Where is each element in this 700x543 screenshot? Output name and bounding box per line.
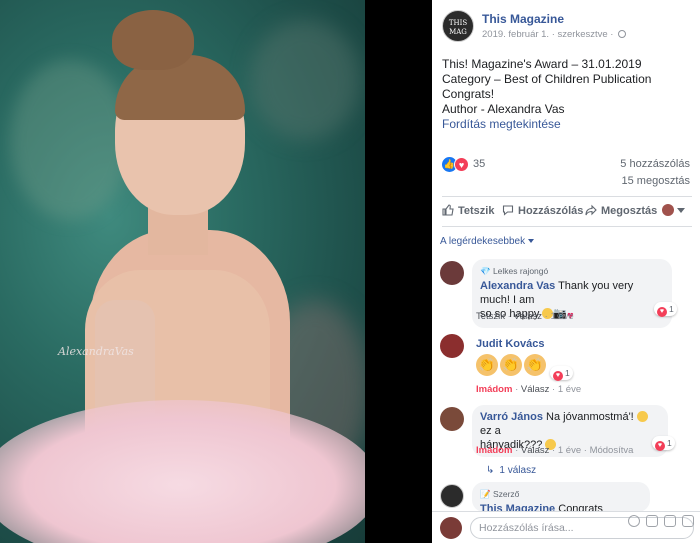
chevron-down-icon [677, 208, 685, 213]
comment-reply-link[interactable]: Válasz [521, 384, 550, 395]
comment-reply-link[interactable]: Válasz [514, 311, 543, 322]
photo-viewer: AlexandraVas [0, 0, 432, 543]
love-reaction-icon: ♥ [655, 441, 665, 451]
page-name-link[interactable]: This Magazine [482, 12, 564, 26]
comment-actions: Tetszik · Válasz · 1 éve [476, 311, 574, 322]
share-button[interactable]: Megosztás [585, 204, 657, 217]
view-replies-link[interactable]: ↳ 1 válasz [486, 465, 536, 476]
figure-tutu [0, 400, 365, 543]
comment-reaction-count: 1 [667, 438, 672, 448]
background-blotch [10, 60, 130, 220]
user-avatar [662, 204, 674, 216]
comment-composer: Hozzászólás írása... [432, 511, 700, 543]
comment-bubble: 📝 Szerző This Magazine Congrats Alexandr… [472, 482, 650, 529]
thumbs-up-icon [442, 204, 454, 216]
comment-time[interactable]: 1 éve [558, 384, 581, 395]
sticker-icon[interactable] [682, 515, 694, 527]
love-reaction-icon: ♥ [454, 157, 469, 172]
comment-text: Na jóvanmostmá'! [546, 411, 634, 423]
comment-sort-dropdown[interactable]: A legérdekesebbek [440, 236, 535, 247]
comment-time[interactable]: 1 éve [558, 445, 581, 456]
like-label: Tetszik [458, 205, 495, 217]
comment-reaction-pill[interactable]: ♥ 1 [652, 436, 675, 451]
commenter-avatar[interactable] [440, 261, 464, 285]
post-as-selector[interactable] [662, 204, 685, 217]
comment-bubble: Judit Kovács [472, 332, 564, 354]
comment-reply-link[interactable]: Válasz [521, 445, 550, 456]
like-button[interactable]: Tetszik [442, 204, 494, 217]
post-meta: 2019. február 1. · szerkesztve · [482, 29, 627, 40]
comments-count-link[interactable]: 5 hozzászólás [620, 158, 690, 170]
comment-text: ez a [480, 425, 501, 437]
love-reaction-icon: ♥ [657, 307, 667, 317]
post-header: THIS MAG This Magazine 2019. február 1. ·… [442, 10, 692, 44]
gif-icon[interactable] [664, 515, 676, 527]
clapping-hands-emoji: 👏 [476, 354, 498, 376]
comment-actions: Imádom · Válasz · 1 éve [476, 384, 582, 395]
comment-reaction-pill[interactable]: ♥ 1 [654, 302, 677, 317]
post-photo[interactable]: AlexandraVas [0, 0, 365, 543]
camera-icon[interactable] [646, 515, 658, 527]
commenter-name[interactable]: Judit Kovács [476, 338, 544, 350]
badge-label: Szerző [492, 489, 520, 499]
comment-reacted-link[interactable]: Imádom [476, 445, 512, 456]
post-line: This! Magazine's Award – 31.01.2019 [442, 57, 642, 71]
sort-label: A legérdekesebbek [440, 236, 526, 247]
divider [442, 226, 692, 227]
commenter-name[interactable]: Varró János [480, 411, 543, 423]
comment-reaction-count: 1 [565, 368, 570, 378]
comment-time[interactable]: 1 éve [550, 311, 573, 322]
post-line: Category – Best of Children Publication [442, 72, 652, 86]
commenter-avatar[interactable] [440, 484, 464, 508]
share-icon [585, 204, 597, 216]
comment-reacted-link[interactable]: Imádom [476, 384, 512, 395]
heart-eyes-emoji [636, 411, 648, 422]
emoji-icon[interactable] [628, 515, 640, 527]
comment-item: 📝 Szerző This Magazine Congrats Alexandr… [440, 482, 692, 529]
comment-icon [502, 205, 514, 216]
post-date[interactable]: 2019. február 1. · szerkesztve · [482, 29, 613, 40]
commenter-avatar[interactable] [440, 407, 464, 431]
post-side-panel: THIS MAG This Magazine 2019. február 1. ·… [432, 0, 700, 543]
reaction-count: 35 [473, 158, 486, 170]
globe-icon [618, 30, 627, 38]
comment-reaction-count: 1 [669, 304, 674, 314]
shares-count-link[interactable]: 15 megosztás [622, 175, 690, 187]
comment-like-link[interactable]: Tetszik [476, 311, 505, 322]
love-reaction-icon: ♥ [553, 371, 563, 381]
reaction-summary[interactable]: 👍 ♥ 35 [442, 157, 502, 173]
background-blotch [250, 20, 360, 140]
badge-label: Lelkes rajongó [492, 266, 549, 276]
clap-emojis: 👏 👏 👏 [476, 354, 548, 376]
top-fan-badge: 💎 Lelkes rajongó [480, 266, 549, 276]
photographer-signature: AlexandraVas [58, 345, 134, 358]
replies-label: 1 válasz [499, 465, 537, 476]
comment-item: Judit Kovács 👏 👏 👏 ♥ 1 Imádom · Válasz · 1 … [440, 332, 692, 398]
comment-item: Varró János Na jóvanmostmá'! ez a hányad… [440, 405, 692, 483]
share-label: Megosztás [601, 205, 658, 217]
clapping-hands-emoji: 👏 [524, 354, 546, 376]
clapping-hands-emoji: 👏 [500, 354, 522, 376]
comment-actions: Imádom · Válasz · 1 éve · Módosítva [476, 445, 634, 456]
chevron-down-icon [528, 239, 535, 243]
user-avatar [440, 517, 462, 539]
page-avatar[interactable]: THIS MAG [442, 10, 474, 42]
divider [442, 196, 692, 197]
see-translation-link[interactable]: Fordítás megtekintése [442, 117, 692, 132]
post-text: This! Magazine's Award – 31.01.2019 Cate… [442, 57, 692, 132]
post-line: Congrats! [442, 87, 495, 101]
comment-edited[interactable]: Módosítva [590, 445, 634, 456]
commenter-avatar[interactable] [440, 334, 464, 358]
commenter-name[interactable]: Alexandra Vas [480, 280, 555, 292]
post-line: Author - Alexandra Vas [442, 102, 565, 116]
comment-label: Hozzászólás [518, 205, 584, 217]
figure-hair-bun [112, 10, 194, 70]
post-action-bar: Tetszik Hozzászólás Megosztás [442, 200, 692, 222]
comment-item: 💎 Lelkes rajongó Alexandra Vas Thank you… [440, 259, 692, 328]
composer-tools [622, 515, 694, 528]
comment-reaction-pill[interactable]: ♥ 1 [550, 366, 573, 381]
author-badge: 📝 Szerző [480, 489, 520, 499]
reply-arrow-icon: ↳ [486, 465, 495, 476]
